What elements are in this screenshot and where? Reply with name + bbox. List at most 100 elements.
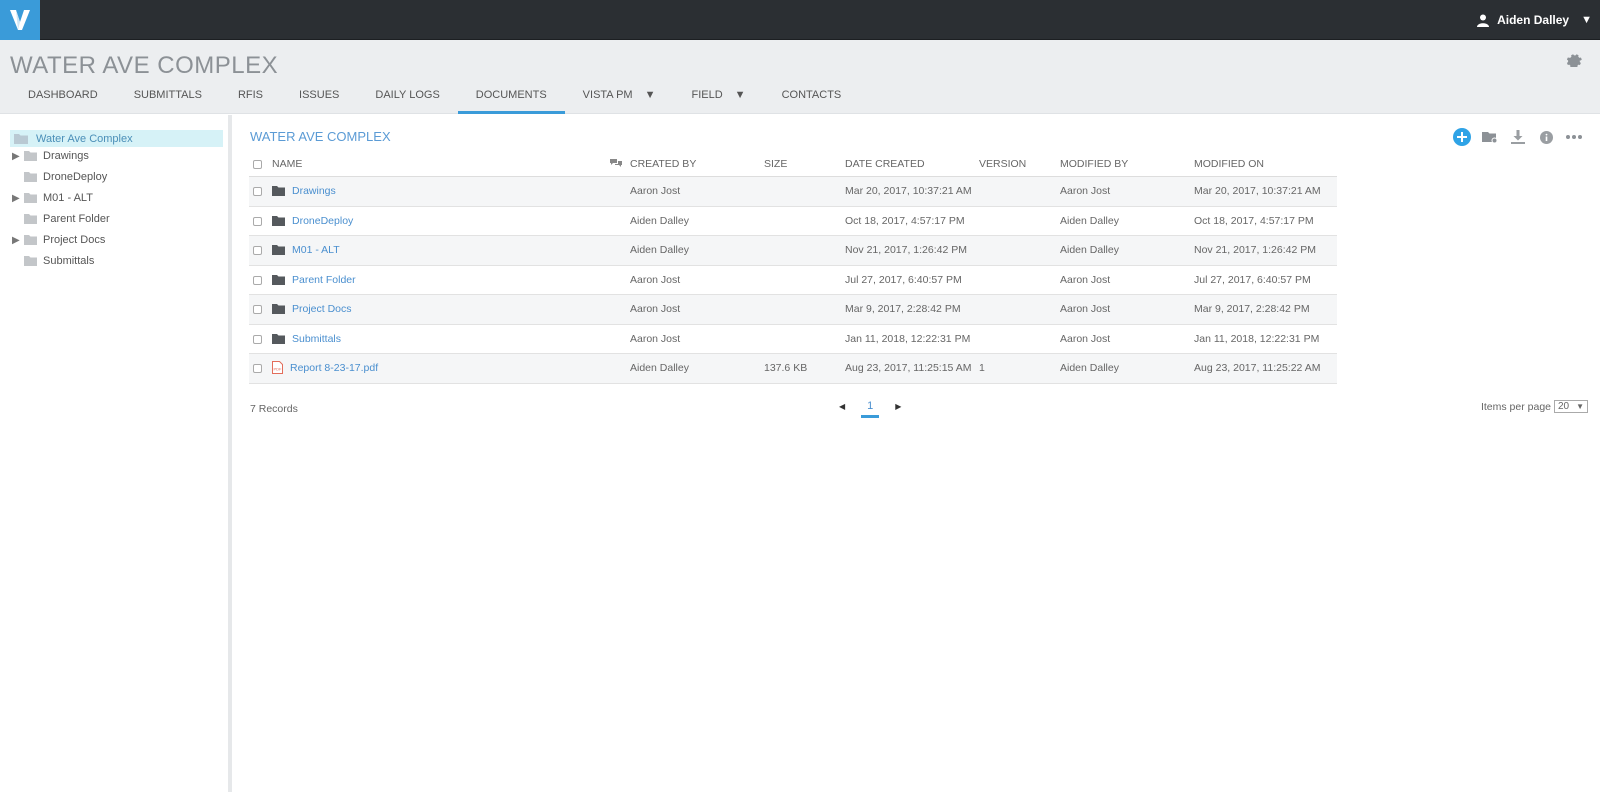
row-created-by: Aaron Jost — [630, 303, 681, 315]
row-checkbox[interactable] — [253, 246, 262, 255]
row-created-by: Aiden Dalley — [630, 244, 689, 256]
pagination: ◀ 1 ▶ — [839, 400, 901, 418]
row-checkbox[interactable] — [253, 334, 262, 344]
row-name-link[interactable]: Drawings — [292, 177, 336, 206]
row-date-created: Mar 9, 2017, 2:28:42 PM — [845, 303, 961, 315]
tab-label: DOCUMENTS — [475, 89, 547, 101]
row-name-link[interactable]: Submittals — [292, 325, 341, 354]
folder-icon — [24, 235, 37, 245]
tab-daily-logs[interactable]: DAILY LOGS — [357, 88, 457, 114]
row-modified-on: Mar 9, 2017, 2:28:42 PM — [1194, 303, 1310, 315]
tab-label: SUBMITTALS — [133, 89, 202, 101]
folder-open-icon — [14, 134, 28, 144]
tab-documents[interactable]: DOCUMENTS — [457, 88, 565, 114]
logo-icon — [10, 10, 30, 30]
row-name-link[interactable]: Project Docs — [292, 295, 352, 324]
tree-item-parent-folder[interactable]: Parent Folder — [12, 210, 110, 228]
tree-item-drawings[interactable]: ▶ Drawings — [12, 147, 89, 165]
table-row[interactable]: DroneDeploy Aiden Dalley Oct 18, 2017, 4… — [249, 207, 1337, 236]
column-header-size[interactable]: SIZE — [764, 152, 787, 177]
previous-page-icon[interactable]: ◀ — [839, 402, 845, 411]
folder-settings-icon — [1482, 131, 1498, 143]
expand-arrow-icon[interactable]: ▶ — [12, 193, 24, 204]
chevron-down-icon: ▼ — [644, 89, 656, 101]
tab-vista-pm[interactable]: VISTA PM ▼ — [565, 88, 674, 114]
next-page-icon[interactable]: ▶ — [895, 402, 901, 411]
table-row[interactable]: Drawings Aaron Jost Mar 20, 2017, 10:37:… — [249, 177, 1337, 207]
table-row[interactable]: Project Docs Aaron Jost Mar 9, 2017, 2:2… — [249, 295, 1337, 325]
folder-icon — [272, 333, 285, 344]
column-header-modified-by[interactable]: MODIFIED BY — [1060, 152, 1128, 177]
items-per-page-select[interactable]: 20 ▼ — [1554, 400, 1588, 413]
row-name-link[interactable]: DroneDeploy — [292, 207, 353, 236]
row-checkbox[interactable] — [253, 364, 262, 373]
column-header-date-created[interactable]: DATE CREATED — [845, 152, 925, 177]
row-date-created: Oct 18, 2017, 4:57:17 PM — [845, 214, 965, 227]
row-date-created: Nov 21, 2017, 1:26:42 PM — [845, 244, 967, 256]
row-modified-on: Jul 27, 2017, 6:40:57 PM — [1194, 273, 1311, 286]
chevron-down-icon: ▼ — [1581, 14, 1592, 26]
chevron-down-icon: ▼ — [1576, 402, 1584, 411]
row-name-link[interactable]: Report 8-23-17.pdf — [290, 354, 378, 383]
documents-toolbar — [1452, 127, 1584, 147]
tab-label: DAILY LOGS — [375, 89, 440, 101]
tab-rfis[interactable]: RFIS — [220, 88, 281, 114]
tree-item-project-docs[interactable]: ▶ Project Docs — [12, 231, 105, 249]
table-header: NAME CREATED BY SIZE DATE CREATED VERSIO… — [249, 152, 1337, 177]
table-row[interactable]: Submittals Aaron Jost Jan 11, 2018, 12:2… — [249, 325, 1337, 354]
folder-icon — [24, 214, 37, 224]
new-folder-button[interactable] — [1480, 127, 1500, 147]
user-menu[interactable]: Aiden Dalley ▼ — [1477, 0, 1592, 40]
chevron-down-icon: ▼ — [734, 89, 746, 101]
row-name-link[interactable]: Parent Folder — [292, 266, 356, 295]
column-settings-icon[interactable] — [610, 159, 622, 170]
expand-arrow-icon[interactable]: ▶ — [12, 151, 24, 162]
tree-item-label: Project Docs — [43, 234, 106, 246]
download-icon — [1511, 130, 1525, 144]
info-button[interactable] — [1536, 127, 1556, 147]
row-checkbox[interactable] — [253, 216, 262, 226]
more-options-button[interactable] — [1564, 127, 1584, 147]
column-header-created-by[interactable]: CREATED BY — [630, 152, 696, 177]
gear-icon — [1566, 54, 1582, 69]
column-header-version[interactable]: VERSION — [979, 152, 1026, 177]
select-all-checkbox[interactable] — [253, 160, 262, 169]
tab-contacts[interactable]: CONTACTS — [764, 88, 860, 114]
documents-table: NAME CREATED BY SIZE DATE CREATED VERSIO… — [249, 152, 1337, 384]
tree-item-m01-alt[interactable]: ▶ M01 - ALT — [12, 189, 93, 207]
row-modified-by: Aaron Jost — [1060, 185, 1111, 197]
tree-item-submittals[interactable]: Submittals — [12, 252, 94, 270]
tree-root-item[interactable]: Water Ave Complex — [10, 130, 223, 147]
expand-arrow-icon[interactable]: ▶ — [12, 235, 24, 246]
tab-dashboard[interactable]: DASHBOARD — [10, 88, 116, 114]
row-name-link[interactable]: M01 - ALT — [292, 236, 340, 265]
row-created-by: Aiden Dalley — [630, 214, 689, 227]
page-number[interactable]: 1 — [861, 400, 880, 418]
row-modified-on: Oct 18, 2017, 4:57:17 PM — [1194, 214, 1314, 227]
tree-item-label: DroneDeploy — [43, 171, 108, 183]
tree-item-dronedeploy[interactable]: DroneDeploy — [12, 168, 107, 186]
row-checkbox[interactable] — [253, 187, 262, 196]
row-checkbox[interactable] — [253, 305, 262, 314]
tab-field[interactable]: FIELD ▼ — [673, 88, 763, 114]
column-header-name[interactable]: NAME — [272, 152, 302, 177]
tab-label: FIELD — [691, 89, 723, 101]
tab-issues[interactable]: ISSUES — [281, 88, 357, 114]
info-icon — [1539, 130, 1553, 144]
download-button[interactable] — [1508, 127, 1528, 147]
app-logo[interactable] — [0, 0, 40, 40]
folder-icon — [272, 274, 285, 285]
table-row[interactable]: Parent Folder Aaron Jost Jul 27, 2017, 6… — [249, 266, 1337, 295]
add-button[interactable] — [1452, 127, 1472, 147]
row-modified-by: Aaron Jost — [1060, 332, 1111, 345]
tab-submittals[interactable]: SUBMITTALS — [116, 88, 220, 114]
tab-label: CONTACTS — [781, 89, 842, 101]
svg-text:PDF: PDF — [274, 367, 283, 372]
column-header-modified-on[interactable]: MODIFIED ON — [1194, 152, 1264, 177]
row-date-created: Jul 27, 2017, 6:40:57 PM — [845, 273, 962, 286]
table-row[interactable]: PDF Report 8-23-17.pdf Aiden Dalley 137.… — [249, 354, 1337, 384]
settings-button[interactable] — [1566, 52, 1582, 72]
row-checkbox[interactable] — [253, 275, 262, 285]
folder-icon — [272, 304, 285, 314]
table-row[interactable]: M01 - ALT Aiden Dalley Nov 21, 2017, 1:2… — [249, 236, 1337, 266]
